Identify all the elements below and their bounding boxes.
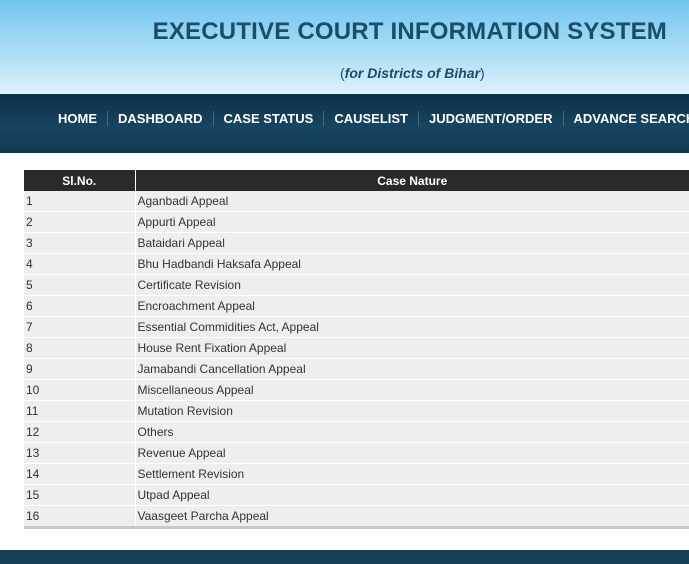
content-spacer	[0, 153, 689, 170]
row-slno: 9	[24, 358, 136, 380]
row-slno: 11	[24, 400, 136, 422]
table-row: 3 Bataidari Appeal	[24, 232, 689, 254]
table-body: 1 Aganbadi Appeal 2 Appurti Appeal 3 Bataidar…	[24, 191, 689, 529]
table-row: 7 Essential Commidities Act, Appeal	[24, 316, 689, 338]
row-slno: 3	[24, 232, 136, 254]
table-row: 12 Others	[24, 421, 689, 443]
nav-case-status[interactable]: CASE STATUS	[214, 111, 325, 126]
table-row: 8 House Rent Fixation Appeal	[24, 337, 689, 359]
nav-judgment-order[interactable]: JUDGMENT/ORDER	[419, 111, 564, 126]
row-slno: 1	[24, 191, 136, 212]
row-case-nature: Revenue Appeal	[135, 442, 689, 464]
table-row: 11 Mutation Revision	[24, 400, 689, 422]
nav-list: HOME DASHBOARD CASE STATUS CAUSELIST JUD…	[48, 111, 689, 126]
row-slno: 15	[24, 484, 136, 506]
row-case-nature: Vaasgeet Parcha Appeal	[135, 505, 689, 529]
row-slno: 8	[24, 337, 136, 359]
table-header-row: Sl.No. Case Nature	[24, 170, 689, 191]
table-row: 15 Utpad Appeal	[24, 484, 689, 506]
table-row: 2 Appurti Appeal	[24, 211, 689, 233]
table-row: 1 Aganbadi Appeal	[24, 191, 689, 212]
row-slno: 13	[24, 442, 136, 464]
row-slno: 2	[24, 211, 136, 233]
row-slno: 6	[24, 295, 136, 317]
column-header-case-nature: Case Nature	[135, 170, 689, 191]
row-case-nature: Certificate Revision	[135, 274, 689, 296]
main-navbar: HOME DASHBOARD CASE STATUS CAUSELIST JUD…	[0, 94, 689, 153]
case-nature-table: Sl.No. Case Nature 1 Aganbadi Appeal 2 Appu…	[24, 170, 689, 529]
table-row: 4 Bhu Hadbandi Haksafa Appeal	[24, 253, 689, 275]
table-row: 10 Miscellaneous Appeal	[24, 379, 689, 401]
nav-advance-search[interactable]: ADVANCE SEARCH	[564, 111, 689, 126]
row-case-nature: Miscellaneous Appeal	[135, 379, 689, 401]
row-case-nature: Essential Commidities Act, Appeal	[135, 316, 689, 338]
row-case-nature: Settlement Revision	[135, 463, 689, 485]
site-subtitle: (for Districts of Bihar)	[340, 65, 485, 81]
table-row: 13 Revenue Appeal	[24, 442, 689, 464]
case-nature-table-container: Sl.No. Case Nature 1 Aganbadi Appeal 2 Appu…	[24, 170, 689, 529]
row-slno: 10	[24, 379, 136, 401]
row-slno: 16	[24, 505, 136, 529]
row-case-nature: Mutation Revision	[135, 400, 689, 422]
row-slno: 12	[24, 421, 136, 443]
table-row: 9 Jamabandi Cancellation Appeal	[24, 358, 689, 380]
table-row: 14 Settlement Revision	[24, 463, 689, 485]
row-case-nature: Jamabandi Cancellation Appeal	[135, 358, 689, 380]
row-case-nature: Bataidari Appeal	[135, 232, 689, 254]
row-slno: 7	[24, 316, 136, 338]
site-header: EXECUTIVE COURT INFORMATION SYSTEM (for …	[0, 0, 689, 94]
nav-home[interactable]: HOME	[48, 111, 108, 126]
row-case-nature: Bhu Hadbandi Haksafa Appeal	[135, 253, 689, 275]
row-case-nature: Aganbadi Appeal	[135, 191, 689, 212]
row-case-nature: Others	[135, 421, 689, 443]
row-slno: 14	[24, 463, 136, 485]
column-header-slno: Sl.No.	[24, 170, 136, 191]
table-row: 16 Vaasgeet Parcha Appeal	[24, 505, 689, 529]
row-case-nature: Utpad Appeal	[135, 484, 689, 506]
row-case-nature: Encroachment Appeal	[135, 295, 689, 317]
table-row: 5 Certificate Revision	[24, 274, 689, 296]
row-slno: 4	[24, 253, 136, 275]
subtitle-text: for Districts of Bihar	[344, 65, 481, 81]
row-case-nature: House Rent Fixation Appeal	[135, 337, 689, 359]
table-row: 6 Encroachment Appeal	[24, 295, 689, 317]
nav-causelist[interactable]: CAUSELIST	[324, 111, 419, 126]
subtitle-close-paren: )	[480, 65, 485, 81]
site-title: EXECUTIVE COURT INFORMATION SYSTEM	[152, 18, 667, 45]
row-case-nature: Appurti Appeal	[135, 211, 689, 233]
footer-bar	[0, 550, 689, 564]
nav-dashboard[interactable]: DASHBOARD	[108, 111, 214, 126]
row-slno: 5	[24, 274, 136, 296]
